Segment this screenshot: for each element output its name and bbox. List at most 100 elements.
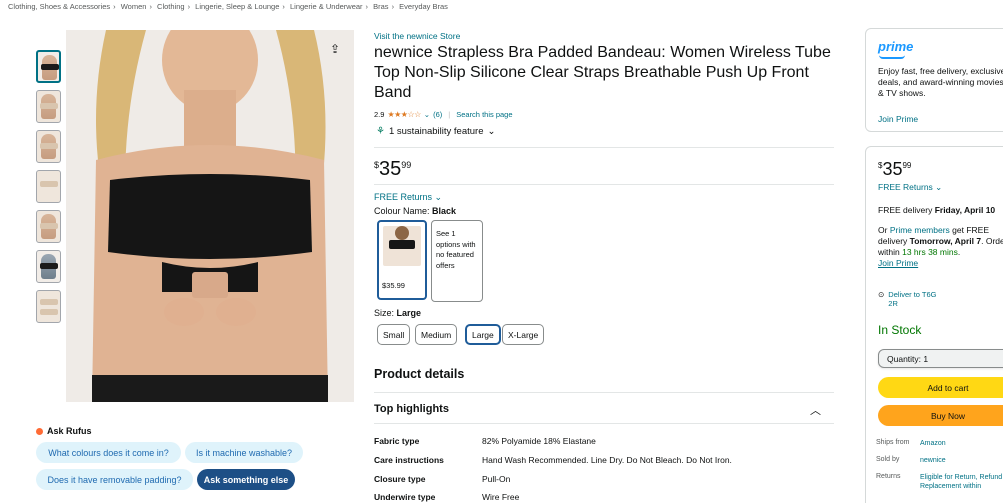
buy-now-button[interactable]: Buy Now	[878, 405, 1003, 426]
add-to-cart-button[interactable]: Add to cart	[878, 377, 1003, 398]
divider	[374, 392, 834, 393]
price-whole: 35	[882, 159, 903, 179]
returns-row: Returns Eligible for Return, Refund or Re…	[876, 473, 1003, 491]
leaf-icon: ⚘	[376, 126, 385, 137]
deliver-to-link[interactable]: ⊙ Deliver to T6G 2R	[878, 290, 938, 308]
swatch-price: $35.99	[382, 281, 405, 290]
search-this-page-link[interactable]: Search this page	[456, 110, 512, 119]
delivery-date: Friday, April 10	[934, 205, 996, 215]
colour-swatch-black[interactable]: $35.99	[377, 220, 427, 300]
breadcrumb-item[interactable]: Women	[121, 2, 147, 11]
join-prime-link[interactable]: Join Prime	[878, 114, 918, 124]
spec-value: Pull-On	[482, 474, 511, 484]
breadcrumb-item[interactable]: Everyday Bras	[399, 2, 448, 11]
thumbnail-image[interactable]	[36, 290, 61, 323]
free-returns-link[interactable]: FREE Returns ⌄	[878, 182, 942, 193]
see-options-swatch[interactable]: See 1 options with no featured offers	[431, 220, 483, 302]
chevron-down-icon: ⌄	[487, 126, 496, 137]
share-icon[interactable]: ⇪	[330, 42, 340, 56]
price-fraction: 99	[401, 160, 412, 170]
members-prefix: Or	[878, 225, 890, 235]
top-highlights-heading[interactable]: Top highlights	[374, 403, 449, 415]
prime-members-delivery: Or Prime members get FREE delivery Tomor…	[878, 225, 1003, 269]
buybox-price: $3599	[878, 159, 911, 180]
size-button-x-large[interactable]: X-Large	[502, 324, 545, 345]
size-label-text: Size:	[374, 308, 395, 318]
buy-box: $3599 FREE Returns ⌄ FREE delivery Frida…	[865, 146, 1003, 503]
spec-row: Closure type Pull-On	[374, 474, 510, 484]
size-button-small[interactable]: Small	[377, 324, 411, 345]
join-prime-link[interactable]: Join Prime	[878, 258, 918, 268]
price-symbol: $	[374, 160, 380, 170]
main-product-image[interactable]	[66, 30, 354, 402]
spec-row: Fabric type 82% Polyamide 18% Elastane	[374, 436, 596, 446]
rufus-chip[interactable]: What colours does it come in?	[36, 442, 181, 463]
spec-row: Care instructions Hand Wash Recommended. …	[374, 455, 732, 465]
sold-by-link[interactable]: newnice	[920, 456, 1003, 465]
spec-key: Fabric type	[374, 436, 420, 446]
free-returns-link[interactable]: FREE Returns ⌄	[374, 192, 442, 203]
product-title: newnice Strapless Bra Padded Bandeau: Wo…	[374, 44, 831, 101]
ask-something-else-button[interactable]: Ask something else	[197, 469, 295, 490]
thumbnail-image[interactable]	[36, 170, 61, 203]
rufus-title: Ask Rufus	[47, 426, 92, 436]
thumbnail-image[interactable]	[36, 90, 61, 123]
divider	[374, 147, 834, 148]
thumbnail-image[interactable]	[36, 130, 61, 163]
size-label: Size: Large	[374, 308, 421, 318]
thumbnail-image[interactable]	[36, 50, 61, 83]
breadcrumb-item[interactable]: Lingerie, Sleep & Lounge	[195, 2, 279, 11]
chevron-up-icon[interactable]: ︿	[810, 402, 821, 418]
colour-label: Colour Name:	[374, 206, 430, 216]
returns-label: Returns	[876, 473, 901, 480]
sold-by-row: Sold by newnice	[876, 456, 1003, 465]
breadcrumb-item[interactable]: Bras	[373, 2, 388, 11]
rufus-icon	[36, 427, 43, 435]
spec-value: 82% Polyamide 18% Elastane	[482, 436, 596, 446]
divider: |	[448, 110, 451, 119]
size-button-large[interactable]: Large	[465, 324, 501, 345]
rufus-header: Ask Rufus	[36, 426, 92, 436]
breadcrumb-item[interactable]: Clothing, Shoes & Accessories	[8, 2, 110, 11]
thumbnail-image[interactable]	[36, 210, 61, 243]
divider	[374, 184, 834, 185]
ships-from-value: Amazon	[920, 440, 946, 447]
rufus-chip[interactable]: Does it have removable padding?	[36, 469, 193, 490]
ships-from-label: Ships from	[876, 439, 910, 446]
ships-from-row: Ships from Amazon	[876, 439, 1003, 448]
returns-policy-link[interactable]: Eligible for Return, Refund or Replaceme…	[920, 473, 1003, 491]
delivery-info: FREE delivery Friday, April 10	[878, 205, 995, 215]
product-details-heading: Product details	[374, 367, 465, 381]
sustainability-label: 1 sustainability feature	[388, 126, 484, 137]
chevron-down-icon[interactable]: ⌄	[424, 110, 430, 119]
spec-value: Hand Wash Recommended. Line Dry. Do Not …	[482, 455, 732, 465]
rufus-chip[interactable]: Is it machine washable?	[185, 442, 303, 463]
price-fraction: 99	[902, 161, 912, 170]
swatch-image	[383, 226, 421, 266]
colour-value: Black	[432, 206, 457, 216]
thumbnail-image[interactable]	[36, 250, 61, 283]
price-whole: 35	[379, 158, 402, 180]
stock-status: In Stock	[878, 323, 922, 337]
order-within-suffix: .	[957, 247, 961, 257]
spec-key: Underwire type	[374, 492, 436, 502]
thumbnail-gallery	[36, 50, 62, 330]
star-rating-icon[interactable]: ★★★☆☆	[387, 110, 421, 119]
prime-description: Enjoy fast, free delivery, exclusive dea…	[878, 66, 1003, 98]
free-returns-label: FREE Returns	[878, 182, 933, 192]
prime-swoosh-icon	[879, 55, 905, 59]
chevron-down-icon: ⌄	[935, 182, 943, 192]
size-button-medium[interactable]: Medium	[415, 324, 458, 345]
store-link[interactable]: Visit the newnice Store	[374, 31, 460, 41]
sustainability-feature[interactable]: ⚘ 1 sustainability feature ⌄	[376, 126, 495, 137]
members-date: Tomorrow, April 7	[909, 236, 982, 246]
quantity-select[interactable]: Quantity: 1	[878, 349, 1003, 368]
prime-members-link[interactable]: Prime members	[890, 225, 950, 235]
spec-row: Underwire type Wire Free	[374, 492, 519, 502]
rating-line: 2.9 ★★★☆☆ ⌄ (6) | Search this page	[374, 110, 513, 119]
prime-logo: prime	[878, 39, 914, 54]
price-symbol: $	[878, 161, 883, 170]
breadcrumb-item[interactable]: Lingerie & Underwear	[290, 2, 363, 11]
breadcrumb-item[interactable]: Clothing	[157, 2, 185, 11]
review-count-link[interactable]: (6)	[433, 110, 442, 119]
